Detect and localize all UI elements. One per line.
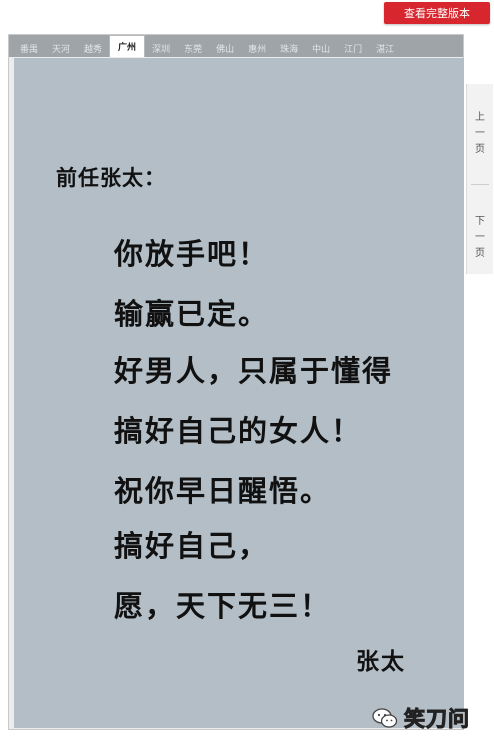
- tab-panyu[interactable]: 番禺: [13, 39, 45, 57]
- tab-huizhou[interactable]: 惠州: [241, 39, 273, 57]
- letter-panel: 前任张太： 你放手吧！ 输赢已定。 好男人，只属于懂得 搞好自己的女人！ 祝你早…: [14, 58, 464, 728]
- previous-page-button[interactable]: 上 一 页: [471, 110, 489, 158]
- tab-shenzhen[interactable]: 深圳: [145, 39, 177, 57]
- letter-line: 祝你早日醒悟。: [114, 474, 332, 508]
- watermark-label: 笑刀问: [404, 707, 470, 732]
- letter-line: 输赢已定。: [114, 297, 270, 331]
- tab-zhongshan[interactable]: 中山: [305, 39, 337, 57]
- watermark: 笑刀问: [372, 700, 470, 736]
- view-full-version-button[interactable]: 查看完整版本: [384, 2, 490, 24]
- next-label-char: 下: [475, 216, 485, 227]
- tab-bar: 番禺 天河 越秀 广州 深圳 东莞 佛山 惠州 珠海 中山 江门 湛江: [9, 35, 463, 57]
- letter-line: 你放手吧！: [114, 237, 270, 271]
- tab-jiangmen[interactable]: 江门: [337, 39, 369, 57]
- letter-line: 搞好自己，: [114, 529, 270, 563]
- tab-guangzhou[interactable]: 广州: [109, 35, 146, 57]
- prev-label-char: 一: [475, 128, 485, 139]
- letter-greeting: 前任张太：: [56, 166, 166, 190]
- letter-signature: 张太: [356, 649, 406, 675]
- letter-line: 搞好自己的女人！: [114, 414, 363, 448]
- letter-line: 好男人，只属于懂得: [114, 354, 394, 388]
- page-nav-panel: 上 一 页 下 一 页: [466, 84, 493, 274]
- tab-dongguan[interactable]: 东莞: [177, 39, 209, 57]
- next-page-button[interactable]: 下 一 页: [471, 214, 489, 262]
- tab-zhuhai[interactable]: 珠海: [273, 39, 305, 57]
- next-label-char: 一: [475, 232, 485, 243]
- prev-label-char: 页: [475, 144, 485, 155]
- prev-label-char: 上: [475, 112, 485, 123]
- wechat-icon: [372, 708, 398, 728]
- letter-line: 愿，天下无三！: [114, 589, 332, 623]
- next-label-char: 页: [475, 248, 485, 259]
- tab-zhanjiang[interactable]: 湛江: [369, 39, 401, 57]
- nav-divider: [471, 184, 489, 185]
- tab-foshan[interactable]: 佛山: [209, 39, 241, 57]
- tab-yuexiu[interactable]: 越秀: [77, 39, 109, 57]
- tab-tianhe[interactable]: 天河: [45, 39, 77, 57]
